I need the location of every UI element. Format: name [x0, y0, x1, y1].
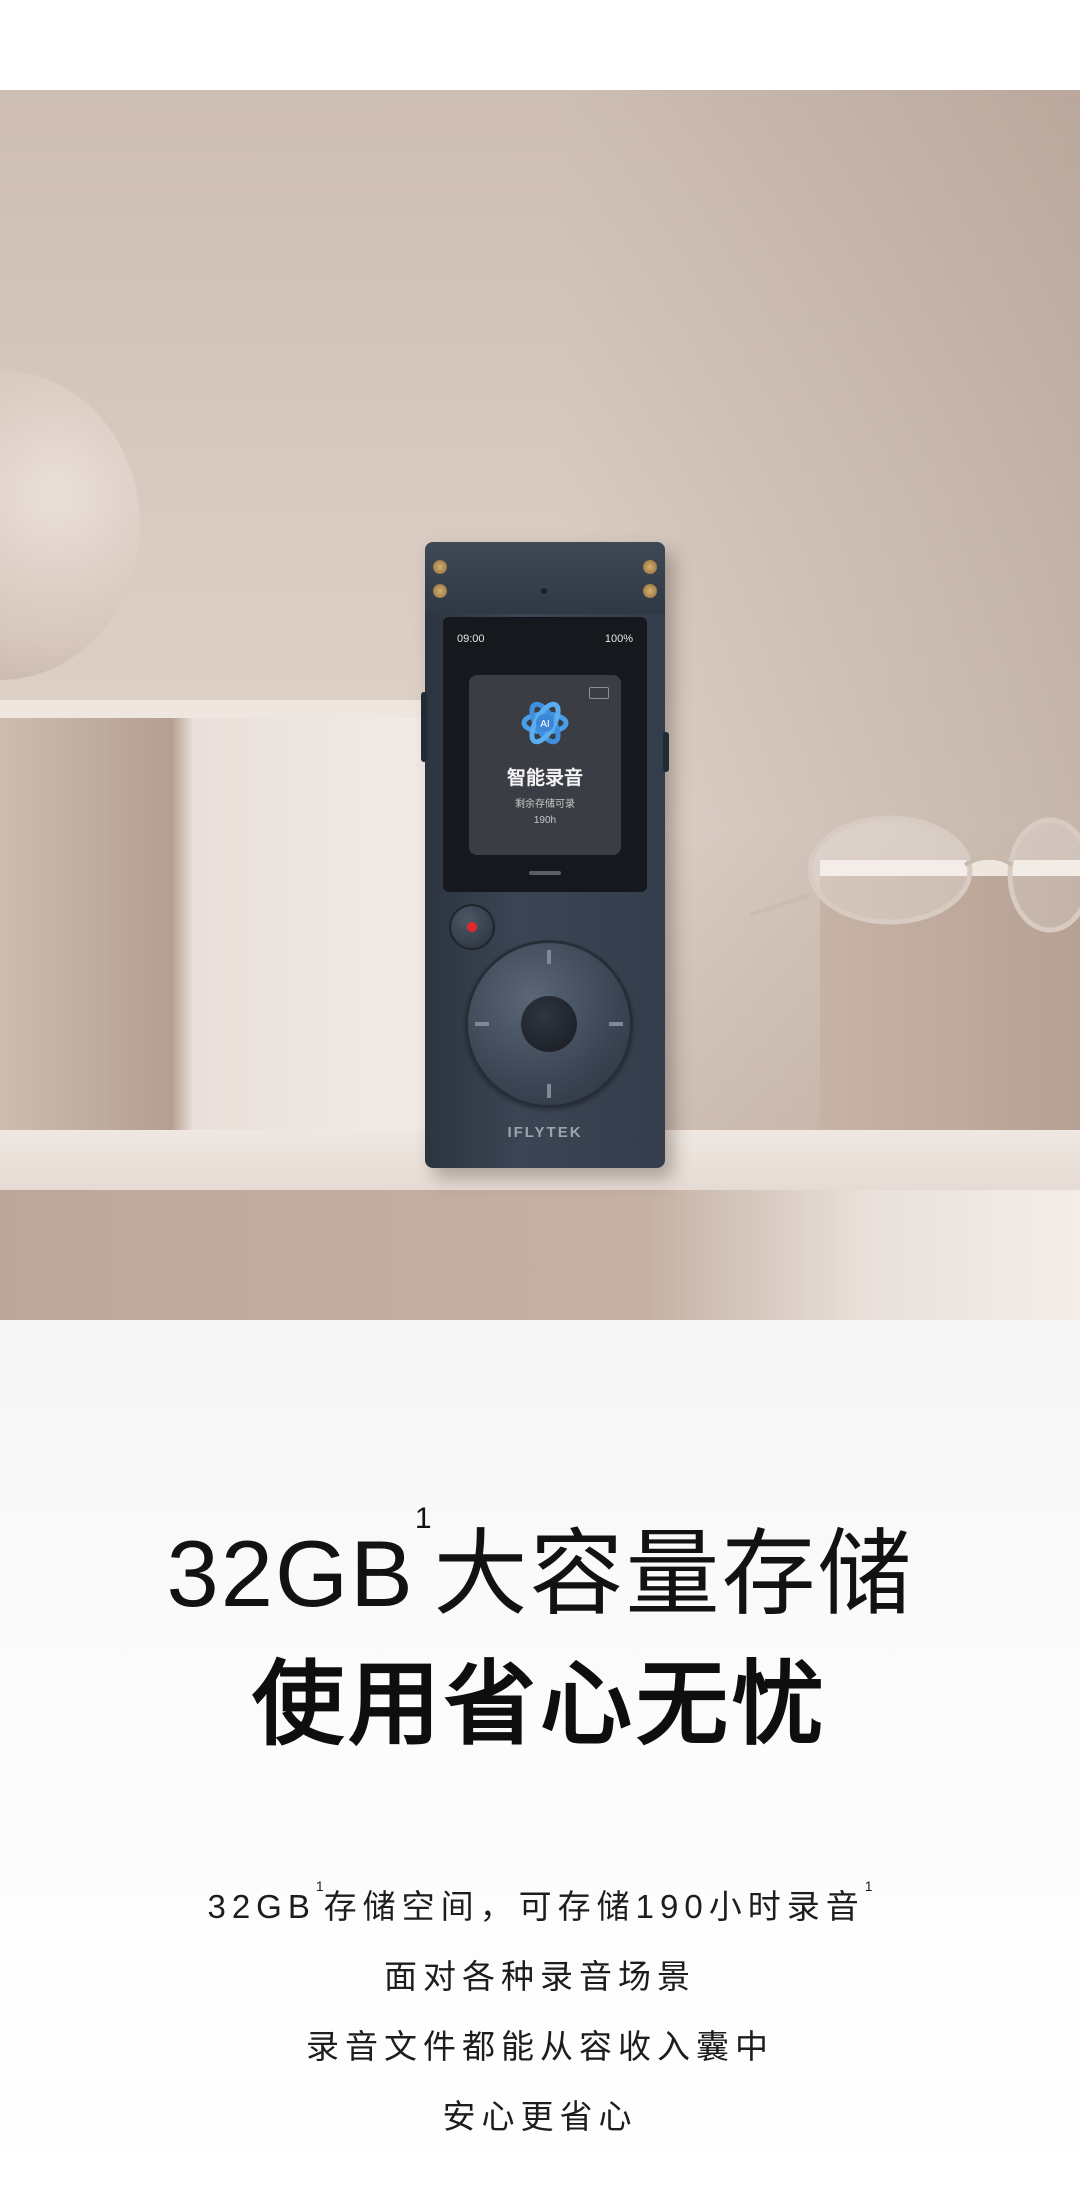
body-line-2: 面对各种录音场景 [384, 1958, 696, 1995]
feature-text-section: 32GB1大容量存储 使用省心无忧 32GB1存储空间，可存储190小时录音1 … [0, 1320, 1080, 2200]
page-indicator [529, 871, 561, 875]
decor-sphere [0, 370, 140, 680]
body-line-3: 录音文件都能从容收入囊中 [306, 2028, 774, 2065]
eyeglasses-icon [750, 815, 1080, 933]
footnote-mark: 1 [414, 1502, 434, 1535]
left-block [0, 718, 430, 1178]
left-block-top [0, 700, 430, 720]
headline: 32GB1大容量存储 [0, 1498, 1080, 1634]
pedestal-front [0, 1190, 1080, 1320]
headline-capacity: 32GB [166, 1521, 415, 1626]
wheel-center-button [521, 996, 577, 1052]
record-button [449, 904, 495, 950]
status-time: 09:00 [457, 633, 485, 645]
microphone-hole [541, 588, 547, 594]
product-hero-image: 09:00 100% AI 智能录音 剩余存储可录 190h IFLYTEK [0, 90, 1080, 1320]
mic-grille-icon [433, 560, 447, 574]
record-icon [467, 922, 477, 932]
card-hours: 190h [533, 815, 557, 826]
body-line-4: 安心更省心 [442, 2098, 638, 2135]
voice-recorder-device: 09:00 100% AI 智能录音 剩余存储可录 190h IFLYTEK [421, 542, 669, 1168]
subheadline: 使用省心无忧 [251, 1654, 828, 1756]
side-button [421, 692, 427, 762]
footnote-mark: 1 [864, 1878, 873, 1894]
brand-logo: IFLYTEK [507, 1124, 583, 1141]
nav-wheel-icon [465, 940, 633, 1108]
device-screen: 09:00 100% AI 智能录音 剩余存储可录 190h [443, 617, 647, 892]
mic-grille-icon [643, 560, 657, 574]
device-cap [425, 542, 665, 614]
card-subtitle: 剩余存储可录 [515, 799, 575, 810]
status-battery: 100% [604, 633, 633, 645]
svg-text:AI: AI [540, 719, 549, 730]
side-button [663, 732, 669, 772]
headline-title: 大容量存储 [433, 1521, 914, 1626]
mic-grille-icon [433, 584, 447, 598]
storage-icon [589, 687, 609, 699]
mic-grille-icon [643, 584, 657, 598]
footnote-mark: 1 [315, 1878, 324, 1894]
smart-recording-card: AI 智能录音 剩余存储可录 190h [469, 675, 621, 855]
ai-logo-icon: AI [521, 701, 569, 745]
card-title: 智能录音 [506, 768, 583, 789]
body-line-1: 32GB1存储空间，可存储190小时录音1 [207, 1878, 873, 1925]
top-white-band [0, 0, 1080, 90]
